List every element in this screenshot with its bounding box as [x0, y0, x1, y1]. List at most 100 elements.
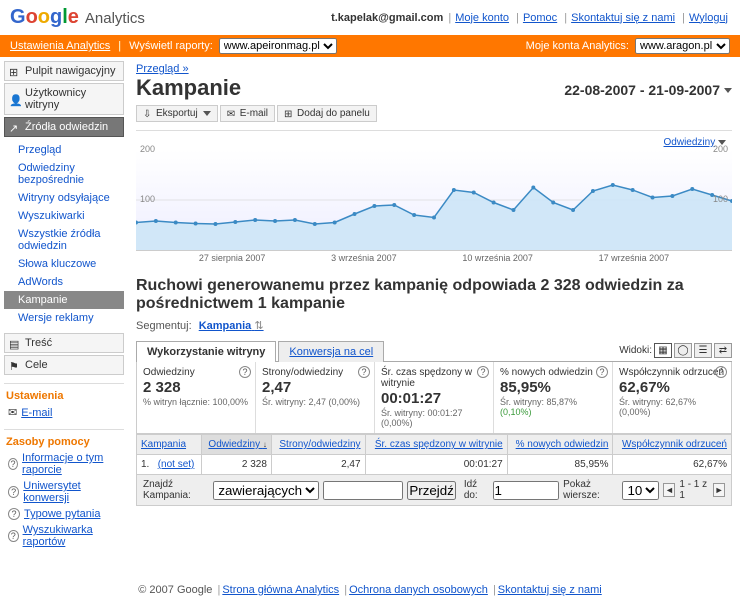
link-logout[interactable]: Wyloguj [689, 12, 728, 24]
nav-traffic-sources[interactable]: ↗Źródła odwiedzin [4, 117, 124, 137]
sidebar-item[interactable]: Kampanie [4, 291, 124, 309]
help-icon[interactable]: ? [596, 366, 608, 378]
date-range-picker[interactable]: 22-08-2007 - 21-09-2007 [564, 82, 732, 98]
view-bar-button[interactable]: ☰ [694, 343, 712, 358]
sources-icon: ↗ [9, 122, 21, 132]
resource-link[interactable]: Typowe pytania [24, 508, 100, 520]
prev-page-button[interactable]: ◄ [663, 483, 675, 497]
column-header[interactable]: % nowych odwiedzin [507, 435, 613, 455]
metric-box: Strony/odwiedziny2,47Śr. witryny: 2,47 (… [256, 362, 375, 433]
sidebar-item[interactable]: Witryny odsyłające [4, 189, 124, 207]
chevron-down-icon [724, 88, 732, 93]
help-icon[interactable]: ? [358, 366, 370, 378]
sub-nav-list: PrzeglądOdwiedziny bezpośrednieWitryny o… [4, 139, 124, 333]
help-icon: ? [8, 508, 20, 520]
goto-label: Idź do: [464, 479, 489, 501]
logo: Google Analytics [10, 6, 145, 29]
email-icon: ✉ [227, 109, 237, 119]
breadcrumb[interactable]: Przegląd » [136, 63, 189, 75]
help-icon[interactable]: ? [477, 366, 489, 378]
link-email-settings[interactable]: E-mail [21, 407, 52, 419]
sidebar-item[interactable]: AdWords [4, 273, 124, 291]
nav-dashboard[interactable]: ⊞ Pulpit nawigacyjny [4, 61, 124, 81]
resource-link[interactable]: Informacje o tym raporcie [22, 452, 122, 476]
export-button[interactable]: ⇩Eksportuj [136, 105, 218, 122]
sidebar-item[interactable]: Odwiedziny bezpośrednie [4, 159, 124, 189]
visitors-icon: 👤 [9, 94, 21, 104]
orange-toolbar: Ustawienia Analytics | Wyświetl raporty:… [0, 35, 740, 57]
footer-link-contact[interactable]: Skontaktuj się z nami [498, 584, 602, 596]
sidebar-item[interactable]: Słowa kluczowe [4, 255, 124, 273]
help-icon[interactable]: ? [715, 366, 727, 378]
help-icon: ? [8, 458, 18, 470]
data-table: KampaniaOdwiedziny ↓Strony/odwiedzinyŚr.… [136, 434, 732, 475]
headline-text: Ruchowi generowanemu przez kampanię odpo… [136, 277, 732, 313]
goto-input[interactable] [493, 481, 560, 500]
rows-select[interactable]: 10 [622, 481, 659, 500]
google-logo: Google [10, 6, 79, 29]
add-icon: ⊞ [284, 109, 294, 119]
nav-goals[interactable]: ⚑Cele [4, 355, 124, 375]
next-page-button[interactable]: ► [713, 483, 725, 497]
footer: © 2007 Google |Strona główna Analytics |… [0, 554, 740, 606]
filter-go-button[interactable]: Przejdź [407, 481, 455, 500]
table-row: 1. (not set)2 3282,4700:01:2785,95%62,67… [137, 455, 732, 475]
tab-site-usage[interactable]: Wykorzystanie witryny [136, 341, 276, 362]
visits-chart: 200200 100100 [136, 150, 732, 250]
link-contact[interactable]: Skontaktuj się z nami [571, 12, 675, 24]
chart-metric-selector[interactable]: Odwiedziny [664, 137, 716, 148]
metric-box: Śr. czas spędzony w witrynie00:01:27Śr. … [375, 362, 494, 433]
resource-link[interactable]: Uniwersytet konwersji [23, 480, 122, 504]
email-icon: ✉ [8, 406, 17, 419]
filter-mode-select[interactable]: zawierających [213, 481, 319, 500]
segment-selector[interactable]: Kampania ⇅ [199, 320, 264, 332]
column-header[interactable]: Strony/odwiedziny [271, 435, 365, 455]
column-header[interactable]: Współczynnik odrzuceń [613, 435, 732, 455]
nav-content[interactable]: ▤Treść [4, 333, 124, 353]
link-my-account[interactable]: Moje konto [455, 12, 509, 24]
sidebar-item[interactable]: Wyszukiwarki [4, 207, 124, 225]
sidebar-item[interactable]: Przegląd [4, 141, 124, 159]
row-link[interactable]: (not set) [158, 459, 195, 470]
nav-label: Pulpit nawigacyjny [25, 65, 116, 77]
metric-box: Współczynnik odrzuceń62,67%Śr. witryny: … [613, 362, 731, 433]
site-select[interactable]: www.apeironmag.pl [219, 38, 337, 54]
email-button[interactable]: ✉E-mail [220, 105, 275, 122]
view-table-button[interactable]: ▦ [654, 343, 672, 358]
analytics-label: Analytics [85, 10, 145, 27]
sidebar-item[interactable]: Wersje reklamy [4, 309, 124, 327]
chevron-down-icon [203, 111, 211, 116]
page-title: Kampanie [136, 75, 241, 101]
footer-link-home[interactable]: Strona główna Analytics [222, 584, 339, 596]
help-icon[interactable]: ? [239, 366, 251, 378]
column-header[interactable]: Odwiedziny ↓ [201, 435, 271, 455]
sidebar-item[interactable]: Wszystkie źródła odwiedzin [4, 225, 124, 255]
resource-link[interactable]: Wyszukiwarka raportów [23, 524, 122, 548]
column-header[interactable]: Kampania [137, 435, 202, 455]
date-range-text: 22-08-2007 - 21-09-2007 [564, 82, 720, 98]
link-analytics-settings[interactable]: Ustawienia Analytics [10, 40, 110, 52]
nav-label: Użytkownicy witryny [25, 87, 119, 111]
footer-link-privacy[interactable]: Ochrona danych osobowych [349, 584, 488, 596]
view-compare-button[interactable]: ⇄ [714, 343, 732, 358]
resources-title: Zasoby pomocy [4, 429, 124, 450]
user-email: t.kapelak@gmail.com [331, 12, 443, 24]
segment-label: Segmentuj: [136, 320, 192, 332]
chevron-down-icon [718, 140, 726, 145]
account-select[interactable]: www.aragon.pl [635, 38, 730, 54]
nav-label: Cele [25, 359, 48, 371]
add-to-dashboard-button[interactable]: ⊞Dodaj do panelu [277, 105, 377, 122]
dashboard-icon: ⊞ [9, 66, 21, 76]
link-help[interactable]: Pomoc [523, 12, 557, 24]
views-label: Widoki: [619, 345, 652, 356]
view-reports-label: Wyświetl raporty: [129, 40, 213, 52]
my-accounts-label: Moje konta Analytics: [526, 40, 629, 52]
view-pie-button[interactable]: ◯ [674, 343, 692, 358]
column-header[interactable]: Śr. czas spędzony w witrynie [365, 435, 507, 455]
nav-visitors[interactable]: 👤 Użytkownicy witryny [4, 83, 124, 115]
metric-box: % nowych odwiedzin85,95%Śr. witryny: 85,… [494, 362, 613, 433]
page-range: 1 - 1 z 1 [679, 479, 709, 501]
filter-input[interactable] [323, 481, 403, 500]
rows-label: Pokaż wiersze: [563, 479, 618, 501]
tab-goal-conversion[interactable]: Konwersja na cel [278, 341, 384, 362]
